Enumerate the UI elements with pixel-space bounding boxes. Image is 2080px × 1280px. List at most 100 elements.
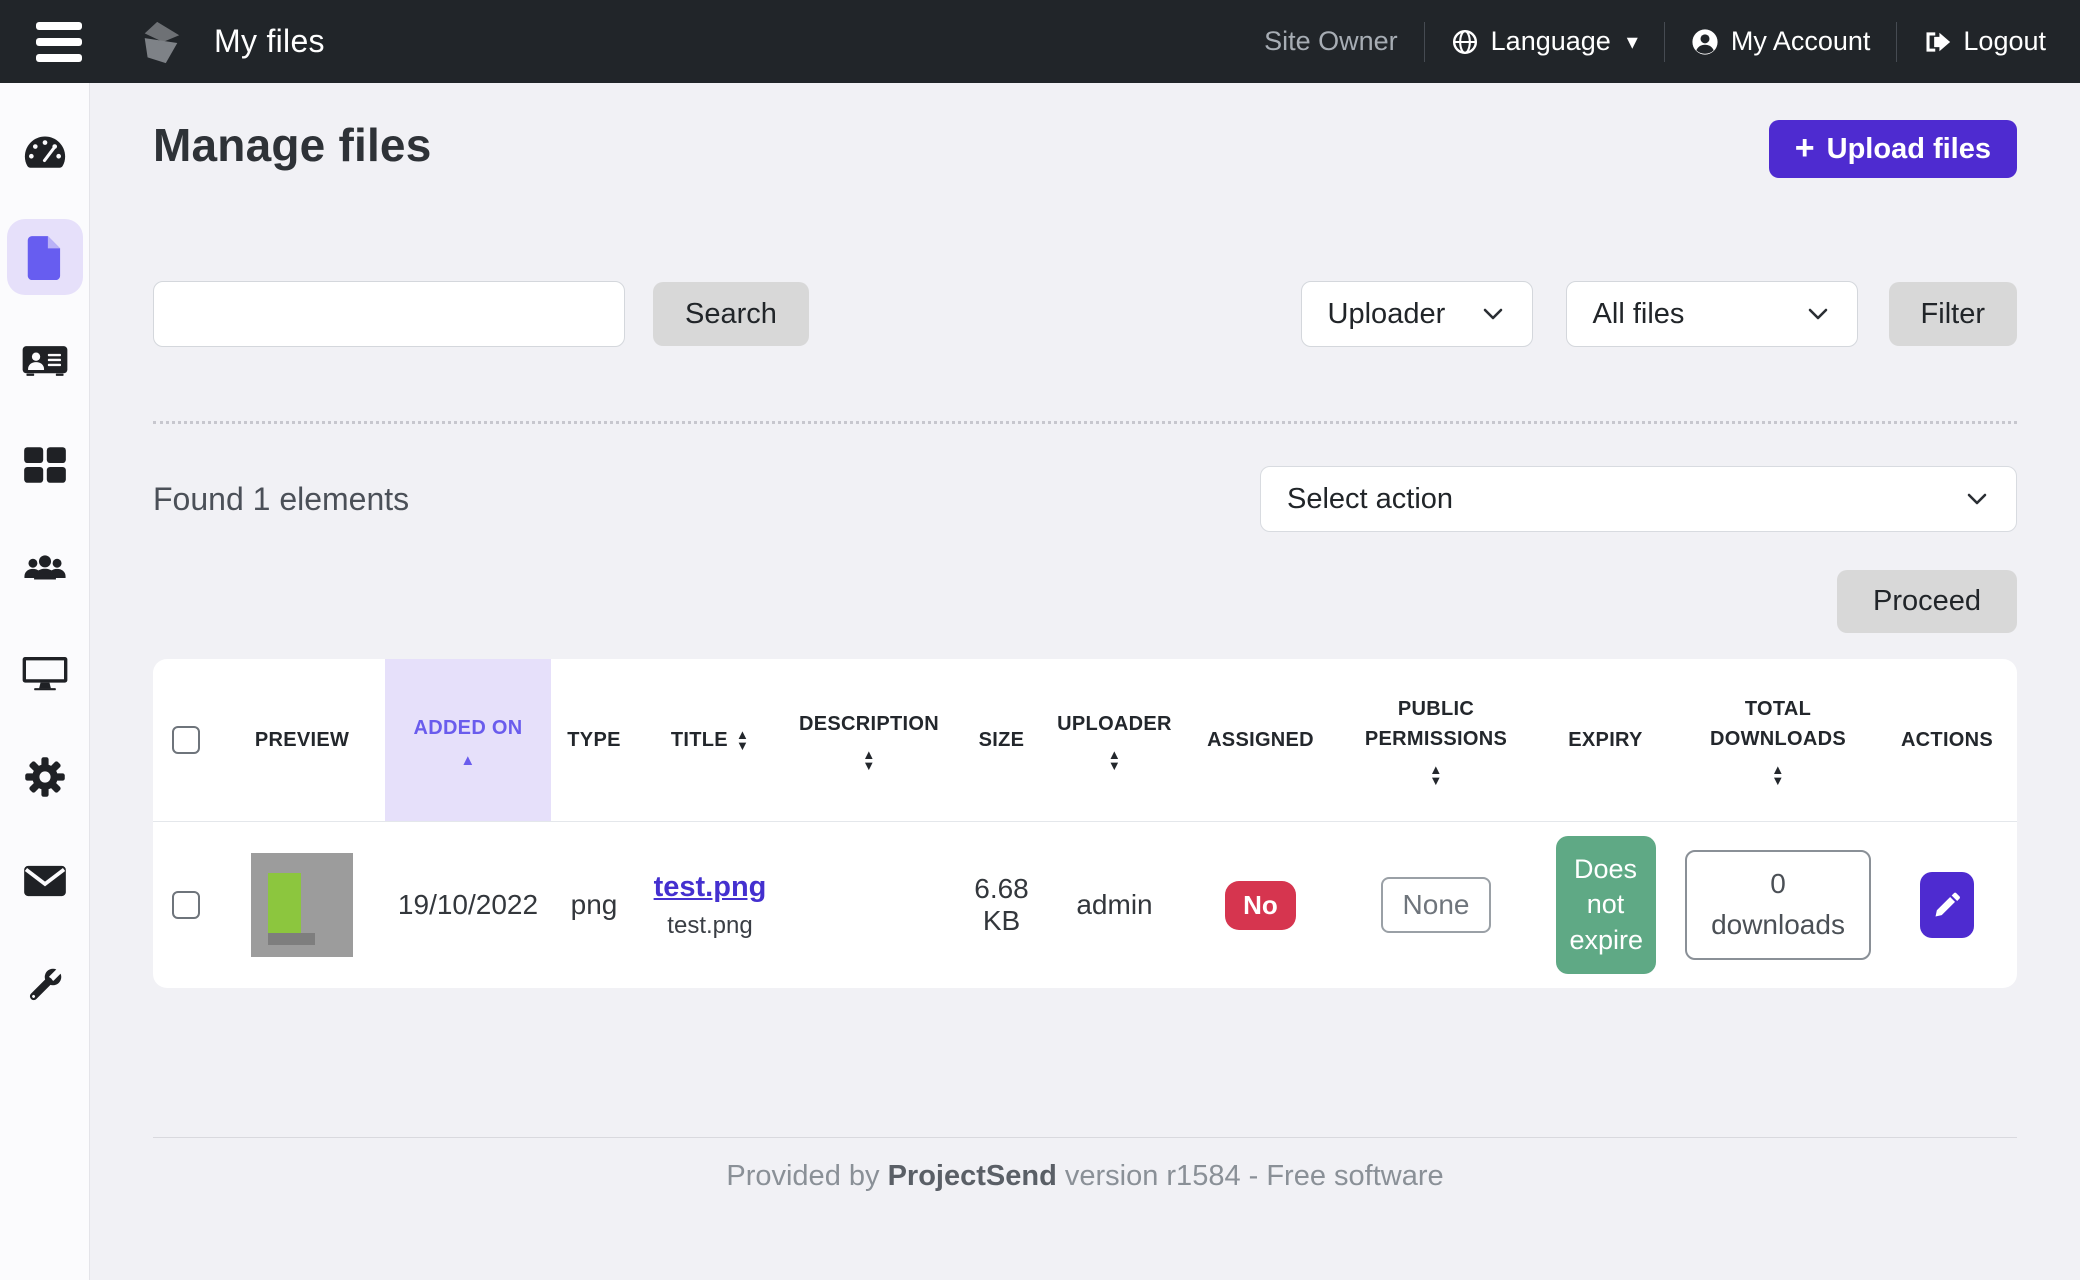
- column-header-added-on[interactable]: ADDED ON ▲: [385, 659, 551, 821]
- column-header-actions: ACTIONS: [1877, 659, 2017, 821]
- column-header-type: TYPE: [551, 659, 637, 821]
- edit-file-button[interactable]: [1920, 872, 1974, 938]
- uploader-dropdown[interactable]: Uploader: [1301, 281, 1533, 347]
- mail-icon: [22, 858, 68, 904]
- downloads-count: 0: [1711, 864, 1845, 905]
- sort-asc-icon: ▲: [460, 753, 475, 768]
- column-header-expiry: EXPIRY: [1532, 659, 1679, 821]
- sidebar-item-options[interactable]: [7, 739, 83, 815]
- select-all-checkbox[interactable]: [172, 726, 200, 754]
- proceed-button[interactable]: Proceed: [1837, 570, 2017, 633]
- my-account-label: My Account: [1731, 26, 1871, 57]
- wrench-icon: [22, 962, 68, 1008]
- file-type-dropdown-value: All files: [1593, 298, 1685, 331]
- users-icon: [22, 546, 68, 592]
- filter-button[interactable]: Filter: [1889, 282, 2017, 346]
- sort-icon: ▲▼: [1771, 764, 1784, 786]
- sidebar-item-clients[interactable]: [7, 323, 83, 399]
- column-header-size: SIZE: [955, 659, 1048, 821]
- files-icon: [22, 234, 68, 280]
- thumbnail-image-shadow: [268, 933, 315, 944]
- public-permissions-button[interactable]: None: [1381, 877, 1492, 933]
- gear-icon: [22, 754, 68, 800]
- caret-down-icon: ▾: [1627, 31, 1638, 53]
- sidebar: [0, 83, 90, 1280]
- projectsend-link[interactable]: ProjectSend: [888, 1160, 1057, 1192]
- cell-size: 6.68 KB: [955, 822, 1048, 988]
- footer-divider: [153, 1137, 2017, 1138]
- top-navbar: My files Site Owner Language ▾ My Accoun…: [0, 0, 2080, 83]
- dashboard-icon: [22, 130, 68, 176]
- address-card-icon: [22, 338, 68, 384]
- sidebar-item-email[interactable]: [7, 843, 83, 919]
- downloads-count-button[interactable]: 0 downloads: [1685, 850, 1871, 959]
- sort-icon: ▲▼: [862, 749, 875, 771]
- cell-added-on: 19/10/2022: [385, 822, 551, 988]
- page-window-title: My files: [214, 23, 325, 60]
- sidebar-item-groups[interactable]: [7, 427, 83, 503]
- chevron-down-icon: [1480, 306, 1506, 322]
- column-header-title[interactable]: TITLE ▲▼: [637, 659, 783, 821]
- chevron-down-icon: [1964, 491, 1990, 507]
- results-count: Found 1 elements: [153, 481, 409, 518]
- file-type-dropdown[interactable]: All files: [1566, 281, 1858, 347]
- sort-icon: ▲▼: [736, 729, 749, 751]
- column-header-preview: PREVIEW: [219, 659, 385, 821]
- row-checkbox[interactable]: [172, 891, 200, 919]
- assigned-status-badge: No: [1225, 881, 1296, 930]
- navbar-divider: [1424, 22, 1425, 62]
- file-preview-thumbnail[interactable]: [251, 853, 353, 957]
- logout-label: Logout: [1963, 26, 2046, 57]
- footer-text: Provided by ProjectSend version r1584 - …: [153, 1160, 2017, 1193]
- desktop-icon: [22, 650, 68, 696]
- plus-icon: +: [1795, 131, 1815, 165]
- file-title-link[interactable]: test.png: [654, 871, 767, 904]
- column-header-total-downloads[interactable]: TOTAL DOWNLOADS ▲▼: [1679, 659, 1877, 821]
- sidebar-item-tools[interactable]: [7, 947, 83, 1023]
- column-header-public-permissions[interactable]: PUBLIC PERMISSIONS ▲▼: [1340, 659, 1532, 821]
- sort-icon: ▲▼: [1108, 749, 1121, 771]
- sidebar-item-dashboard[interactable]: [7, 115, 83, 191]
- main-content: Manage files + Upload files Search Uploa…: [90, 83, 2080, 1280]
- menu-toggle-icon[interactable]: [34, 18, 84, 66]
- logout-menu[interactable]: Logout: [1923, 26, 2046, 57]
- files-table: PREVIEW ADDED ON ▲ TYPE TITLE ▲▼ DESCRIP…: [153, 659, 2017, 988]
- dotted-divider: [153, 421, 2017, 424]
- cell-uploader: admin: [1048, 822, 1181, 988]
- cell-description: [783, 822, 955, 988]
- column-header-description[interactable]: DESCRIPTION ▲▼: [783, 659, 955, 821]
- navbar-divider: [1664, 22, 1665, 62]
- table-header-row: PREVIEW ADDED ON ▲ TYPE TITLE ▲▼ DESCRIP…: [153, 659, 2017, 822]
- table-row: 19/10/2022 png test.png test.png 6.68 KB…: [153, 822, 2017, 988]
- select-action-dropdown[interactable]: Select action: [1260, 466, 2017, 532]
- cell-type: png: [551, 822, 637, 988]
- sidebar-item-files[interactable]: [7, 219, 83, 295]
- expiry-badge: Does not expire: [1556, 836, 1656, 973]
- language-menu[interactable]: Language ▾: [1451, 26, 1638, 57]
- language-label: Language: [1491, 26, 1611, 57]
- globe-icon: [1451, 28, 1479, 56]
- pencil-icon: [1934, 892, 1960, 918]
- logout-icon: [1923, 28, 1951, 56]
- search-input[interactable]: [153, 281, 625, 347]
- sidebar-item-users[interactable]: [7, 531, 83, 607]
- site-owner-label: Site Owner: [1264, 26, 1398, 57]
- projectsend-logo: [138, 19, 184, 65]
- upload-files-label: Upload files: [1827, 133, 1991, 166]
- select-action-value: Select action: [1287, 483, 1453, 516]
- user-circle-icon: [1691, 28, 1719, 56]
- grid-icon: [22, 442, 68, 488]
- search-button[interactable]: Search: [653, 282, 809, 346]
- downloads-label: downloads: [1711, 905, 1845, 946]
- sidebar-item-templates[interactable]: [7, 635, 83, 711]
- navbar-divider: [1896, 22, 1897, 62]
- column-header-uploader[interactable]: UPLOADER ▲▼: [1048, 659, 1181, 821]
- chevron-down-icon: [1805, 306, 1831, 322]
- sort-icon: ▲▼: [1429, 764, 1442, 786]
- my-account-menu[interactable]: My Account: [1691, 26, 1871, 57]
- page-title: Manage files: [153, 118, 432, 172]
- uploader-dropdown-value: Uploader: [1328, 298, 1446, 331]
- upload-files-button[interactable]: + Upload files: [1769, 120, 2017, 178]
- column-header-assigned: ASSIGNED: [1181, 659, 1340, 821]
- file-name: test.png: [667, 912, 752, 940]
